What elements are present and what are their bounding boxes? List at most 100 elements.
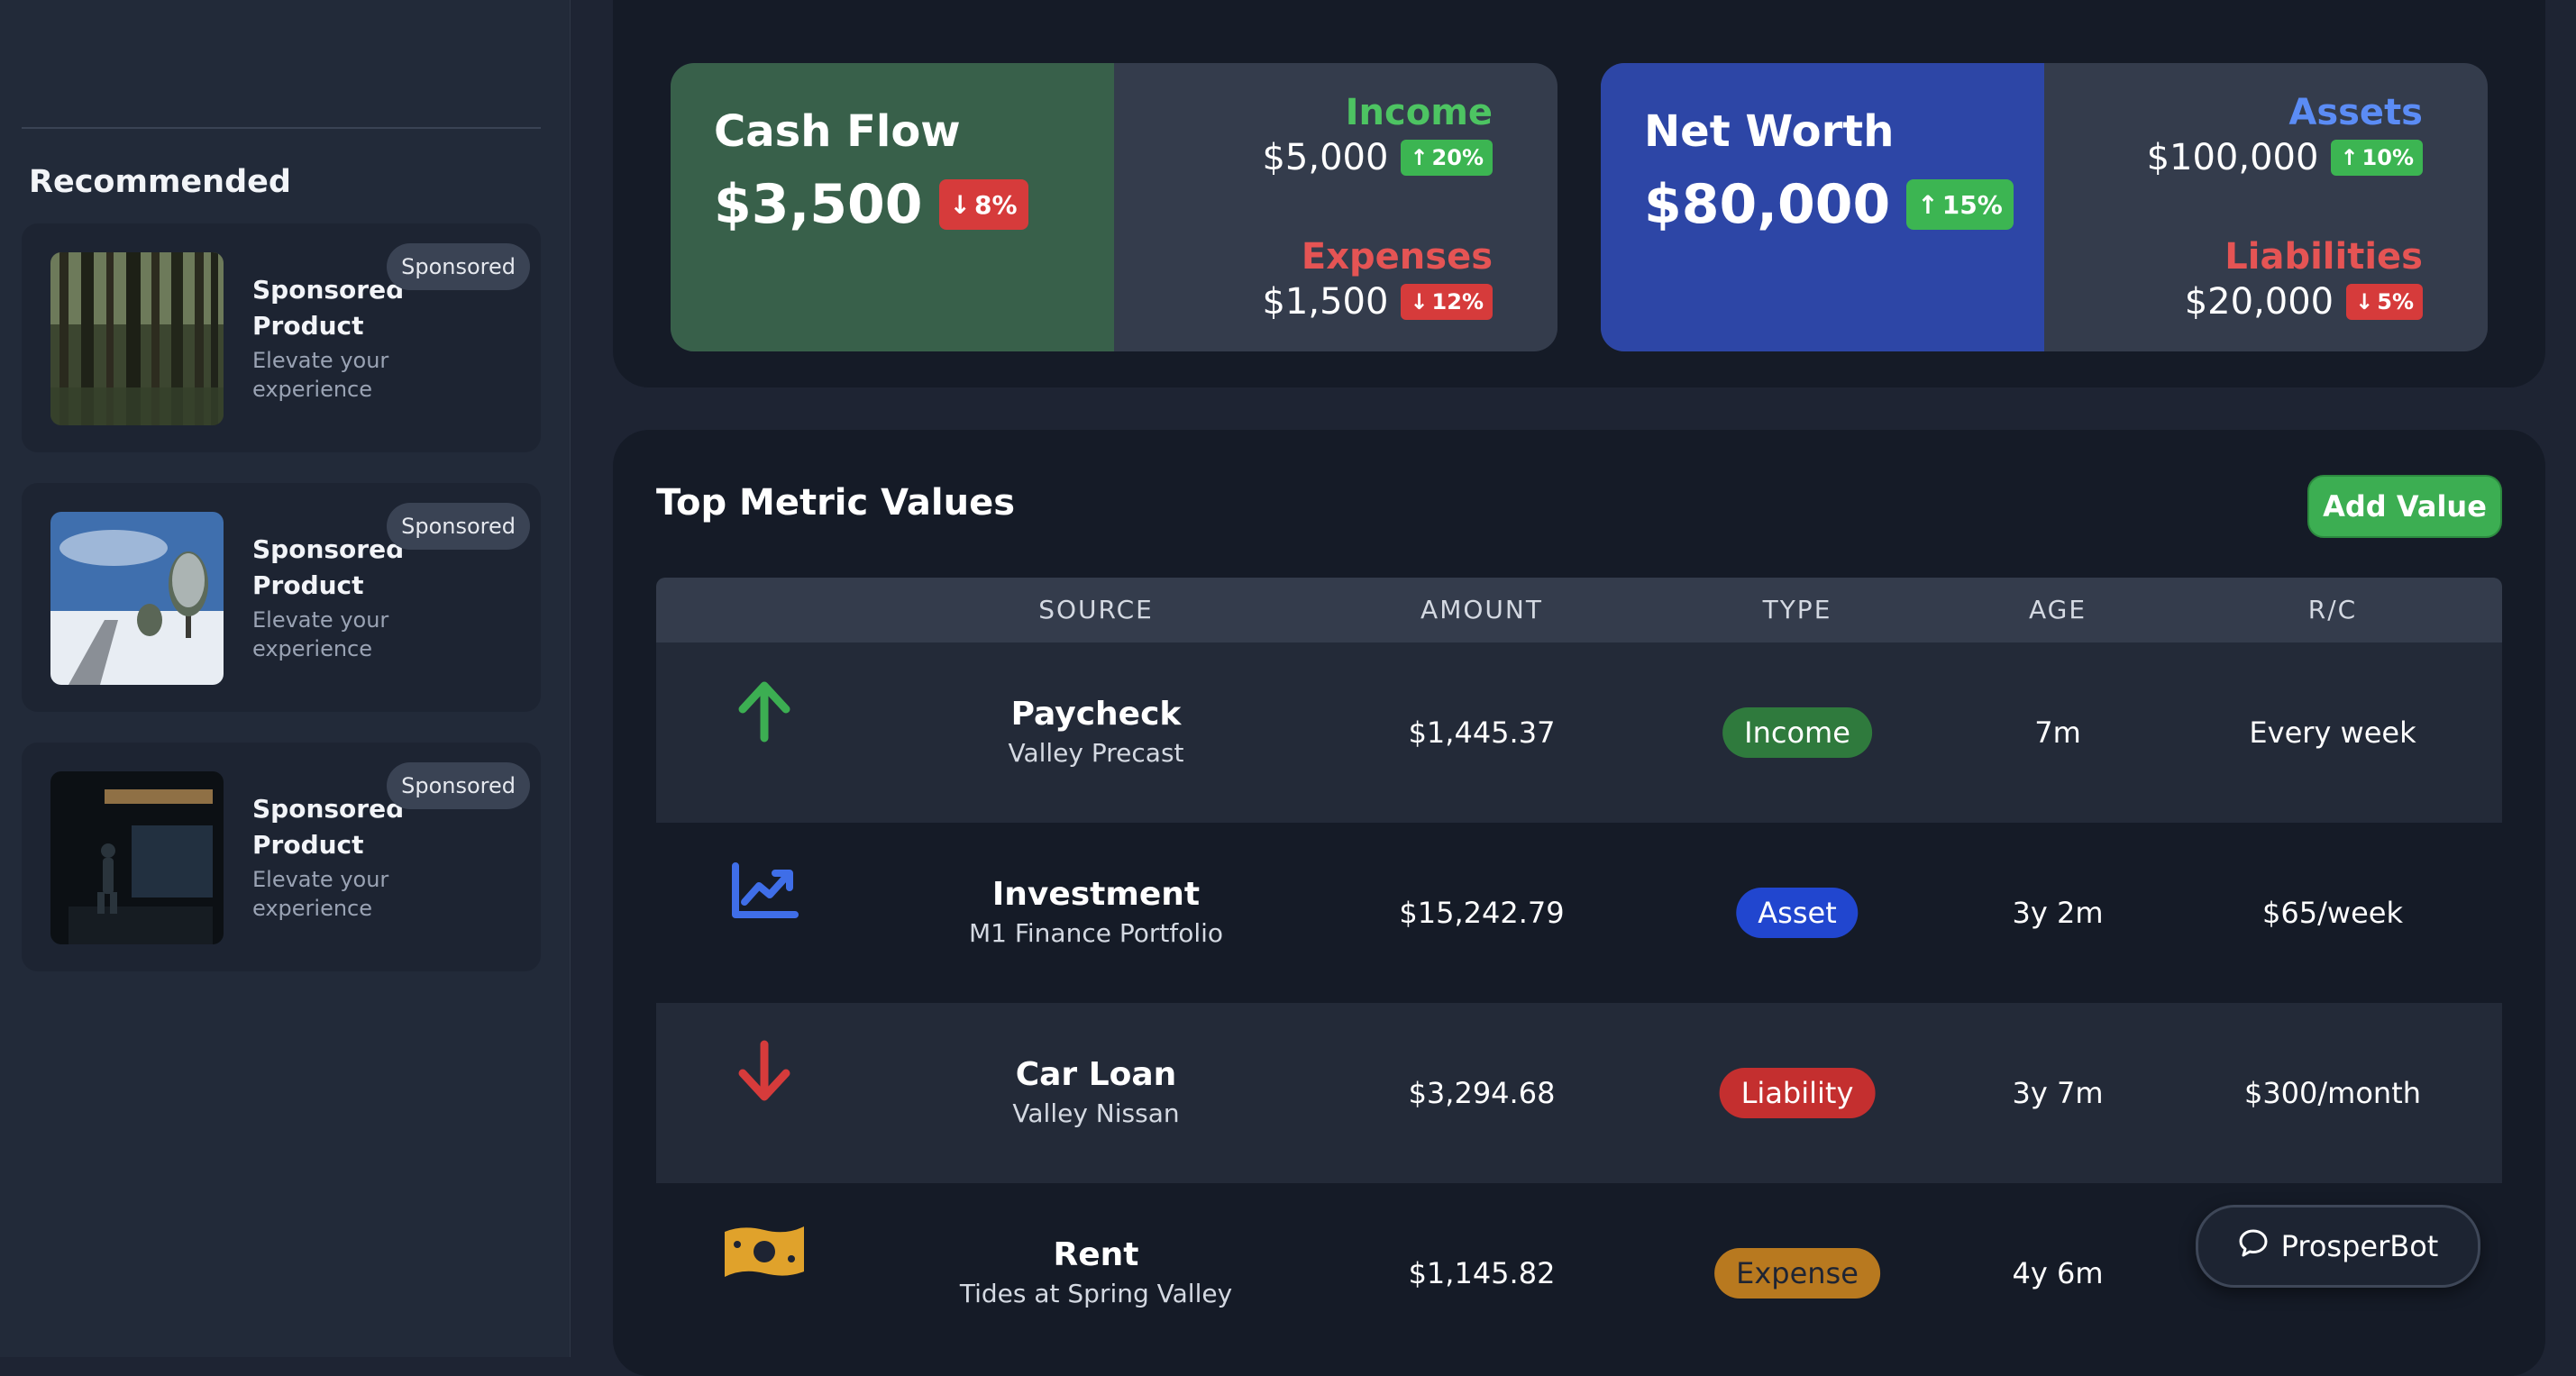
assets-value: $100,000 (2146, 137, 2319, 178)
source-cell: Paycheck Valley Precast (1008, 694, 1183, 771)
sponsored-card[interactable]: Sponsored Product Elevate your experienc… (22, 483, 541, 712)
liabilities-block: Liabilities $20,000 ↓ 5% (2185, 236, 2423, 323)
expenses-label: Expenses (1301, 236, 1493, 278)
type-badge: Expense (1714, 1248, 1880, 1299)
net-worth-change-badge: ↑ 15% (1906, 179, 2014, 230)
expenses-row: $1,500 ↓ 12% (1262, 281, 1493, 323)
column-header-amount[interactable]: AMOUNT (1420, 578, 1543, 642)
net-worth-card[interactable]: Net Worth $80,000 ↑ 15% Assets $100,000 ↑… (1601, 63, 2488, 351)
sponsored-card[interactable]: Sponsored Product Elevate your experienc… (22, 743, 541, 971)
column-header-type[interactable]: TYPE (1763, 578, 1832, 642)
cash-flow-change-badge: ↓ 8% (938, 179, 1028, 230)
trending-up-icon (728, 859, 800, 927)
amount-cell: $1,145.82 (1408, 1256, 1556, 1290)
table-row[interactable]: Car Loan Valley Nissan $3,294.68 Liabili… (656, 1003, 2502, 1183)
income-change-badge: ↑ 20% (1401, 140, 1493, 176)
sidebar-divider (22, 127, 541, 129)
amount-cell: $15,242.79 (1399, 896, 1565, 930)
arrow-up-icon (732, 679, 797, 747)
income-block: Income $5,000 ↑ 20% (1262, 92, 1493, 178)
amount-cell: $3,294.68 (1408, 1076, 1556, 1110)
table-row[interactable]: Paycheck Valley Precast $1,445.37 Income… (656, 642, 2502, 823)
sponsored-badge: Sponsored (387, 243, 530, 290)
net-worth-main: Net Worth $80,000 ↑ 15% (1601, 63, 2044, 351)
cash-flow-card[interactable]: Cash Flow $3,500 ↓ 8% Income $5,000 ↑ 20% … (671, 63, 1557, 351)
rc-cell: Every week (2249, 715, 2416, 750)
arrow-up-icon: ↑ (1410, 145, 1429, 170)
promo-title: Sponsored Product (252, 275, 405, 341)
recommended-title: Recommended (29, 164, 291, 200)
net-worth-title: Net Worth (1644, 106, 1895, 157)
rc-cell: $300/month (2243, 1076, 2422, 1110)
promo-title: Sponsored Product (252, 794, 405, 860)
cash-flow-value-row: $3,500 ↓ 8% (714, 173, 1028, 236)
rc-cell: $65/week (2262, 896, 2403, 930)
source-cell: Car Loan Valley Nissan (1012, 1054, 1179, 1132)
sponsored-badge: Sponsored (387, 762, 530, 809)
sidebar: Recommended Sponsored Product Elevate yo… (0, 0, 571, 1357)
change-value: 15% (1941, 189, 2003, 220)
source-sub: M1 Finance Portfolio (968, 918, 1224, 948)
type-badge: Asset (1736, 888, 1859, 938)
promo-description: Elevate your experience (252, 867, 389, 921)
change-value: 20% (1431, 145, 1484, 170)
arrow-up-icon: ↑ (1917, 189, 1939, 220)
liabilities-label: Liabilities (2224, 236, 2423, 278)
cash-flow-value: $3,500 (714, 173, 923, 236)
amount-cell: $1,445.37 (1408, 715, 1556, 750)
liabilities-value: $20,000 (2184, 281, 2334, 323)
liabilities-row: $20,000 ↓ 5% (2185, 281, 2423, 323)
source-name: Investment (991, 876, 1201, 913)
metrics-title: Top Metric Values (656, 482, 1016, 524)
cash-flow-title: Cash Flow (714, 106, 961, 157)
type-badge: Income (1722, 707, 1872, 758)
income-row: $5,000 ↑ 20% (1262, 137, 1493, 178)
source-cell: Rent Tides at Spring Valley (960, 1235, 1232, 1312)
table-header: SOURCE AMOUNT TYPE AGE R/C (656, 578, 2502, 642)
promo-description: Elevate your experience (252, 607, 389, 661)
source-name: Rent (1053, 1236, 1139, 1273)
type-cell: Asset (1736, 888, 1859, 938)
source-name: Car Loan (1015, 1056, 1177, 1093)
change-value: 5% (2377, 289, 2414, 314)
table-row[interactable]: Investment M1 Finance Portfolio $15,242.… (656, 823, 2502, 1003)
age-cell: 7m (2034, 715, 2081, 750)
type-cell: Liability (1719, 1068, 1876, 1118)
assets-change-badge: ↑ 10% (2331, 140, 2423, 176)
income-value: $5,000 (1262, 137, 1389, 178)
arrow-up-icon: ↑ (2340, 145, 2359, 170)
age-cell: 3y 7m (2012, 1076, 2104, 1110)
add-value-button[interactable]: Add Value (2307, 475, 2502, 538)
source-sub: Valley Nissan (1012, 1098, 1180, 1128)
arrow-down-icon: ↓ (1410, 289, 1429, 314)
source-sub: Tides at Spring Valley (959, 1279, 1233, 1308)
sponsored-badge: Sponsored (387, 503, 530, 550)
sponsored-card[interactable]: Sponsored Product Elevate your experienc… (22, 223, 541, 452)
net-worth-value-row: $80,000 ↑ 15% (1644, 173, 2014, 236)
arrow-down-icon: ↓ (949, 189, 972, 220)
assets-block: Assets $100,000 ↑ 10% (2147, 92, 2423, 178)
change-value: 8% (974, 189, 1018, 220)
type-cell: Expense (1714, 1248, 1880, 1299)
source-cell: Investment M1 Finance Portfolio (969, 874, 1223, 952)
promo-image-forest[interactable] (50, 252, 224, 425)
arrow-down-icon: ↓ (2355, 289, 2374, 314)
promo-image-snow[interactable] (50, 512, 224, 685)
expenses-change-badge: ↓ 12% (1401, 284, 1493, 320)
promo-image-tunnel[interactable] (50, 771, 224, 944)
promo-description: Elevate your experience (252, 348, 389, 402)
prosperbot-chat-button[interactable]: ProsperBot (2196, 1205, 2480, 1288)
promo-title: Sponsored Product (252, 534, 405, 600)
change-value: 10% (2361, 145, 2414, 170)
chat-bubble-icon (2238, 1227, 2269, 1265)
summary-panel: Cash Flow $3,500 ↓ 8% Income $5,000 ↑ 20% … (613, 0, 2545, 387)
column-header-age[interactable]: AGE (2029, 578, 2087, 642)
money-bill-icon (721, 1219, 808, 1288)
type-cell: Income (1722, 707, 1872, 758)
source-name: Paycheck (1010, 696, 1182, 733)
age-cell: 4y 6m (2012, 1256, 2104, 1290)
change-value: 12% (1431, 289, 1484, 314)
assets-label: Assets (2288, 92, 2423, 133)
column-header-rc[interactable]: R/C (2308, 578, 2357, 642)
column-header-source[interactable]: SOURCE (1038, 578, 1154, 642)
